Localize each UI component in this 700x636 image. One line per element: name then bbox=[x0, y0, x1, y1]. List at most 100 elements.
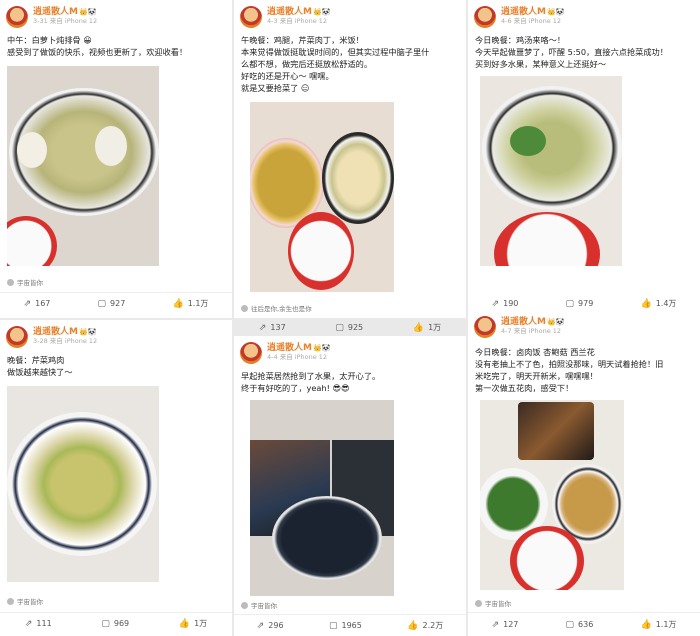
repost-count: 296 bbox=[268, 621, 284, 630]
food-photo[interactable] bbox=[7, 386, 159, 582]
soup-bowl bbox=[482, 86, 622, 210]
rice-bowl bbox=[510, 526, 584, 590]
comment-button[interactable]: ▢ 927 bbox=[98, 299, 126, 309]
greens bbox=[510, 126, 546, 156]
like-count: 2.2万 bbox=[422, 621, 444, 630]
post-text: 中午：白萝卜炖排骨 😀 感受到了做饭的快乐，视频也更新了，欢迎收看！ bbox=[7, 34, 226, 58]
post-device: 来自 iPhone 12 bbox=[49, 17, 98, 26]
repost-count: 190 bbox=[503, 299, 519, 308]
username[interactable]: 逍遥散人M bbox=[267, 7, 312, 18]
thumbs-up-icon: 👍 bbox=[172, 298, 184, 309]
avatar[interactable] bbox=[240, 6, 262, 28]
rice-bowl bbox=[288, 212, 354, 290]
post-line: 终于有好吃的了，yeah! 😎😎 bbox=[241, 383, 350, 393]
source-label: 宇宙皆你 bbox=[17, 279, 43, 287]
username[interactable]: 逍遥散人M bbox=[33, 7, 78, 18]
post-device: 来自 iPhone 12 bbox=[513, 327, 562, 336]
post-actions: ⇗ 167 ▢ 927 👍 1.1万 bbox=[0, 298, 232, 309]
repost-button[interactable]: ⇗ 296 bbox=[257, 621, 284, 631]
avatar[interactable] bbox=[474, 316, 496, 338]
post-actions: ⇗ 111 ▢ 969 👍 1万 bbox=[0, 618, 232, 629]
comment-icon: ▢ bbox=[335, 322, 344, 333]
username[interactable]: 逍遥散人M bbox=[267, 343, 312, 354]
repost-button[interactable]: ⇗ 137 bbox=[259, 323, 286, 333]
rice-bowl bbox=[494, 212, 600, 266]
like-count: 1万 bbox=[428, 323, 442, 332]
rice-bowl bbox=[7, 216, 57, 266]
share-icon: ⇗ bbox=[256, 620, 265, 631]
avatar[interactable] bbox=[240, 342, 262, 364]
like-button[interactable]: 👍 1.1万 bbox=[640, 619, 676, 630]
like-button[interactable]: 👍 1万 bbox=[179, 618, 207, 629]
post-line: 做饭越来越快了～ bbox=[7, 367, 73, 377]
post-card: 逍遥散人M👑🐼 4-7 来自 iPhone 12 今日晚餐：卤肉饭 杏鲍菇 西兰… bbox=[468, 310, 700, 636]
comment-count: 969 bbox=[113, 619, 130, 628]
post-source[interactable]: 宇宙皆你 bbox=[7, 277, 43, 287]
thumbs-up-icon: 👍 bbox=[640, 298, 652, 309]
food-photo[interactable] bbox=[480, 76, 622, 266]
avatar[interactable] bbox=[6, 326, 28, 348]
post-device: 来自 iPhone 12 bbox=[279, 17, 328, 26]
like-button[interactable]: 👍 1.4万 bbox=[640, 298, 676, 309]
username[interactable]: 逍遥散人M bbox=[33, 327, 78, 338]
repost-button[interactable]: ⇗ 190 bbox=[492, 299, 519, 309]
comment-button[interactable]: ▢ 636 bbox=[566, 620, 594, 630]
source-icon bbox=[475, 599, 482, 607]
comment-icon: ▢ bbox=[328, 620, 338, 631]
repost-count: 111 bbox=[36, 619, 52, 628]
post-header: 逍遥散人M👑🐼 3-31 来自 iPhone 12 bbox=[6, 4, 97, 30]
post-source[interactable]: 宇宙皆你 bbox=[241, 600, 277, 610]
tablet bbox=[518, 402, 594, 460]
like-count: 1.4万 bbox=[655, 299, 677, 308]
repost-count: 127 bbox=[503, 620, 519, 629]
like-count: 1.1万 bbox=[655, 620, 677, 629]
post-line: 买到好多水果，某种意义上还挺好～ bbox=[475, 59, 607, 69]
username[interactable]: 逍遥散人M bbox=[501, 317, 546, 328]
comment-count: 927 bbox=[110, 299, 126, 308]
comment-icon: ▢ bbox=[101, 618, 110, 629]
comment-count: 979 bbox=[578, 299, 594, 308]
post-card: 逍遥散人M👑🐼 4-4 来自 iPhone 12 早起抢菜居然抢到了水果，太开心… bbox=[234, 336, 466, 636]
like-button[interactable]: 👍 2.2万 bbox=[407, 620, 443, 631]
post-source[interactable]: 宇宙皆你 bbox=[475, 598, 511, 608]
blueberry-bowl bbox=[272, 496, 382, 580]
post-device: 来自 iPhone 12 bbox=[513, 17, 562, 26]
food-photo[interactable] bbox=[250, 102, 394, 292]
post-line: 早起抢菜居然抢到了水果，太开心了。 bbox=[241, 371, 381, 381]
repost-button[interactable]: ⇗ 127 bbox=[492, 620, 519, 630]
divider bbox=[0, 292, 232, 293]
post-header: 逍遥散人M👑🐼 4-7 来自 iPhone 12 bbox=[474, 314, 564, 340]
thumbs-up-icon: 👍 bbox=[640, 619, 652, 630]
post-line: 今日晚餐：鸡汤来咯～！ bbox=[475, 35, 566, 45]
post-line: 今日晚餐：卤肉饭 杏鲍菇 西兰花 bbox=[475, 347, 595, 357]
post-source[interactable]: 宇宙皆你 bbox=[7, 596, 43, 606]
post-line: 感受到了做饭的快乐，视频也更新了，欢迎收看！ bbox=[7, 47, 188, 57]
like-button[interactable]: 👍 1万 bbox=[413, 322, 441, 333]
avatar[interactable] bbox=[474, 6, 496, 28]
food-photo[interactable] bbox=[250, 400, 394, 596]
radish-piece bbox=[17, 132, 47, 168]
post-date: 4-3 bbox=[267, 17, 278, 26]
comment-button[interactable]: ▢ 979 bbox=[566, 299, 594, 309]
comment-icon: ▢ bbox=[97, 298, 107, 309]
post-actions: ⇗ 127 ▢ 636 👍 1.1万 bbox=[468, 619, 700, 630]
food-photo[interactable] bbox=[7, 66, 159, 266]
repost-button[interactable]: ⇗ 111 bbox=[25, 619, 52, 629]
comment-button[interactable]: ▢ 925 bbox=[335, 323, 363, 333]
post-text: 今日晚餐：卤肉饭 杏鲍菇 西兰花 没有老抽上不了色，拍照没那味，明天试着抢抢！旧… bbox=[475, 346, 694, 394]
comment-button[interactable]: ▢ 1965 bbox=[329, 621, 362, 631]
food-photo[interactable] bbox=[480, 400, 624, 590]
comment-button[interactable]: ▢ 969 bbox=[101, 619, 129, 629]
like-button[interactable]: 👍 1.1万 bbox=[172, 298, 208, 309]
username[interactable]: 逍遥散人M bbox=[501, 7, 546, 18]
post-card: 逍遥散人M👑🐼 3-28 来自 iPhone 12 晚餐：芹菜鸡肉 做饭越来越快… bbox=[0, 320, 232, 636]
post-line: 没有老抽上不了色，拍照没那味，明天试着抢抢！旧 bbox=[475, 359, 664, 369]
avatar[interactable] bbox=[6, 6, 28, 28]
post-card: 逍遥散人M👑🐼 4-3 来自 iPhone 12 午晚餐：鸡腿，芹菜肉丁，米饭！… bbox=[234, 0, 466, 318]
repost-count: 167 bbox=[35, 299, 51, 308]
post-line: 么都不想，做完后还挺放松舒适的。 bbox=[241, 59, 373, 69]
repost-button[interactable]: ⇗ 167 bbox=[24, 299, 51, 309]
chicken-plate bbox=[322, 132, 394, 224]
post-line: 本来觉得做饭挺耽误时间的，但其实过程中脑子里什 bbox=[241, 47, 430, 57]
post-source[interactable]: 往后是你,余生也是你 bbox=[241, 303, 312, 313]
